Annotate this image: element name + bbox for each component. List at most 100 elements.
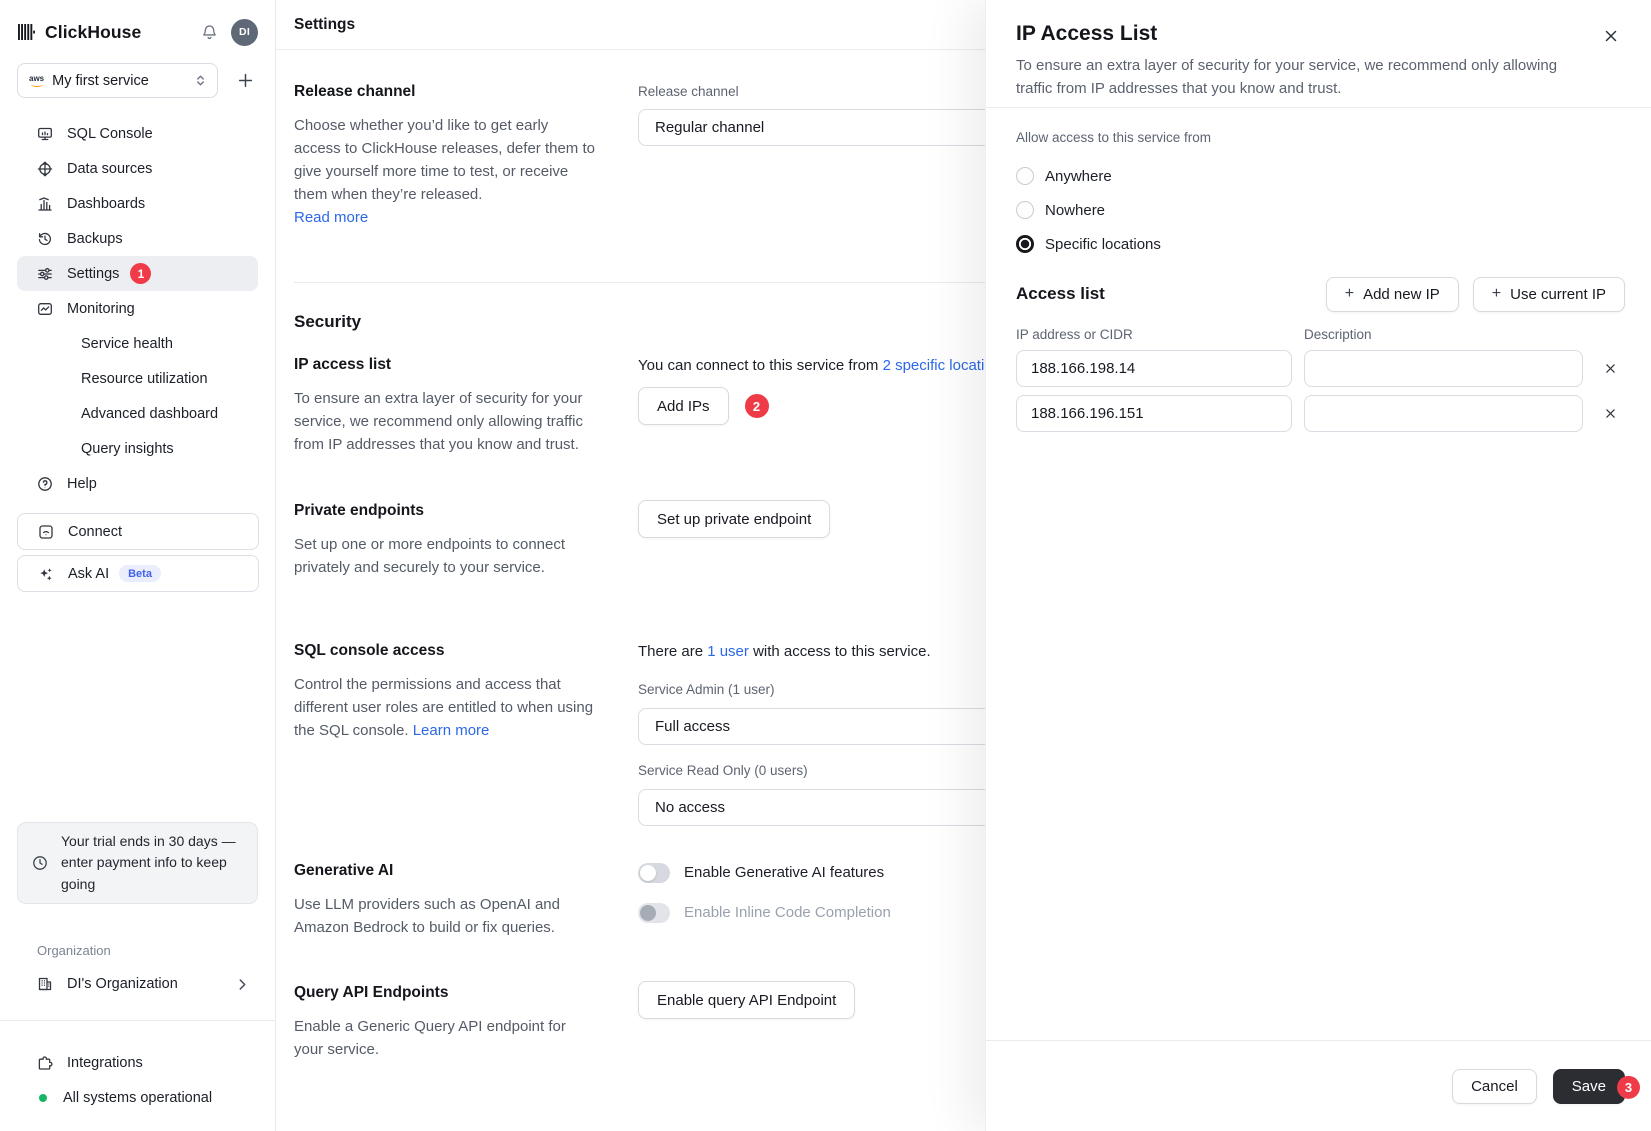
panel-divider bbox=[986, 107, 1651, 108]
radio-specific-locations[interactable]: Specific locations bbox=[1016, 235, 1625, 253]
settings-sliders-icon bbox=[37, 266, 53, 282]
sidebar-header: ClickHouse DI bbox=[0, 0, 275, 50]
sql-console-access-title: SQL console access bbox=[294, 642, 599, 660]
query-api-title: Query API Endpoints bbox=[294, 984, 599, 1002]
release-channel-description: Choose whether you’d like to get early a… bbox=[294, 114, 599, 229]
private-endpoints-description: Set up one or more endpoints to connect … bbox=[294, 533, 599, 579]
add-service-button[interactable] bbox=[233, 68, 258, 93]
private-endpoints-title: Private endpoints bbox=[294, 502, 599, 520]
access-radio-group: Anywhere Nowhere Specific locations bbox=[1016, 167, 1625, 253]
panel-description: To ensure an extra layer of security for… bbox=[1016, 54, 1561, 100]
inline-code-completion-toggle[interactable] bbox=[638, 903, 670, 923]
setup-private-endpoint-button[interactable]: Set up private endpoint bbox=[638, 500, 830, 538]
sidebar-item-backups[interactable]: Backups bbox=[17, 221, 258, 256]
query-api-description: Enable a Generic Query API endpoint for … bbox=[294, 1015, 599, 1061]
help-question-icon bbox=[37, 476, 53, 492]
monitoring-chart-icon bbox=[37, 301, 53, 317]
generative-ai-description: Use LLM providers such as OpenAI and Ama… bbox=[294, 893, 599, 939]
clickhouse-logo-icon bbox=[17, 23, 36, 41]
save-button[interactable]: Save bbox=[1553, 1069, 1625, 1104]
organization-building-icon bbox=[37, 976, 53, 992]
data-sources-icon bbox=[37, 161, 53, 177]
connect-button[interactable]: Connect bbox=[17, 513, 259, 550]
ip-address-input[interactable] bbox=[1016, 395, 1292, 432]
sidebar-item-monitoring[interactable]: Monitoring bbox=[17, 291, 258, 326]
sql-console-monitor-icon bbox=[37, 126, 53, 142]
sidebar-item-service-health[interactable]: Service health bbox=[17, 326, 258, 361]
ip-column-header: IP address or CIDR bbox=[1016, 327, 1304, 342]
one-user-link[interactable]: 1 user bbox=[707, 643, 749, 660]
mark-badge-3: 3 bbox=[1617, 1076, 1640, 1099]
organization-name: DI's Organization bbox=[67, 976, 178, 992]
radio-nowhere[interactable]: Nowhere bbox=[1016, 201, 1625, 219]
radio-anywhere[interactable]: Anywhere bbox=[1016, 167, 1625, 185]
sidebar: ClickHouse DI aws My first service S bbox=[0, 0, 276, 1131]
remove-ip-icon[interactable] bbox=[1595, 354, 1625, 384]
ask-ai-button[interactable]: Ask AI Beta bbox=[17, 555, 259, 592]
clickhouse-console: ClickHouse DI aws My first service S bbox=[0, 0, 1651, 1131]
trial-notice-text: Your trial ends in 30 days — enter payme… bbox=[61, 831, 237, 896]
sidebar-item-settings[interactable]: Settings 1 bbox=[17, 256, 258, 291]
access-list-column-headers: IP address or CIDR Description bbox=[1016, 327, 1625, 342]
inline-code-completion-label: Enable Inline Code Completion bbox=[684, 904, 891, 921]
sidebar-item-query-insights[interactable]: Query insights bbox=[17, 431, 258, 466]
organization-selector[interactable]: DI's Organization bbox=[17, 967, 258, 1001]
user-avatar[interactable]: DI bbox=[231, 19, 258, 46]
aws-logo-icon: aws bbox=[29, 75, 44, 87]
add-new-ip-button[interactable]: +Add new IP bbox=[1326, 277, 1459, 312]
system-status[interactable]: All systems operational bbox=[17, 1080, 258, 1115]
panel-title: IP Access List bbox=[1016, 20, 1625, 47]
sidebar-item-data-sources[interactable]: Data sources bbox=[17, 151, 258, 186]
settings-notification-badge: 1 bbox=[130, 263, 151, 284]
access-list-header: Access list +Add new IP +Use current IP bbox=[1016, 276, 1625, 312]
backups-history-icon bbox=[37, 231, 53, 247]
sidebar-item-advanced-dashboard[interactable]: Advanced dashboard bbox=[17, 396, 258, 431]
add-ips-button[interactable]: Add IPs bbox=[638, 387, 729, 425]
plus-icon: + bbox=[1492, 286, 1501, 302]
read-more-link[interactable]: Read more bbox=[294, 209, 368, 226]
status-text: All systems operational bbox=[63, 1090, 212, 1106]
chevron-right-icon bbox=[237, 979, 248, 990]
service-selector-row: aws My first service bbox=[17, 63, 258, 98]
sidebar-item-integrations[interactable]: Integrations bbox=[17, 1045, 258, 1080]
learn-more-link[interactable]: Learn more bbox=[413, 722, 490, 739]
status-green-dot-icon bbox=[39, 1094, 47, 1102]
service-selector[interactable]: aws My first service bbox=[17, 63, 218, 98]
sparkles-icon bbox=[38, 566, 54, 582]
clock-icon bbox=[32, 855, 48, 871]
sidebar-item-dashboards[interactable]: Dashboards bbox=[17, 186, 258, 221]
access-list-row bbox=[1016, 395, 1625, 432]
generative-ai-toggle-label: Enable Generative AI features bbox=[684, 864, 884, 881]
access-list-title: Access list bbox=[1016, 284, 1105, 304]
ip-description-input[interactable] bbox=[1304, 350, 1583, 387]
brand-name: ClickHouse bbox=[45, 22, 141, 43]
ip-access-list-panel: IP Access List To ensure an extra layer … bbox=[985, 0, 1651, 1131]
close-icon[interactable] bbox=[1601, 26, 1621, 46]
use-current-ip-button[interactable]: +Use current IP bbox=[1473, 277, 1625, 312]
ip-description-input[interactable] bbox=[1304, 395, 1583, 432]
service-name: My first service bbox=[52, 73, 194, 89]
generative-ai-title: Generative AI bbox=[294, 862, 599, 880]
sidebar-item-resource-utilization[interactable]: Resource utilization bbox=[17, 361, 258, 396]
notifications-bell-icon[interactable] bbox=[201, 24, 218, 41]
sidebar-item-help[interactable]: Help bbox=[17, 466, 258, 501]
release-channel-title: Release channel bbox=[294, 83, 599, 101]
remove-ip-icon[interactable] bbox=[1595, 399, 1625, 429]
mark-badge-2: 2 bbox=[745, 394, 769, 418]
ip-access-title: IP access list bbox=[294, 356, 599, 374]
sidebar-item-sql-console[interactable]: SQL Console bbox=[17, 116, 258, 151]
page-title: Settings bbox=[294, 16, 355, 34]
integrations-puzzle-icon bbox=[37, 1055, 53, 1071]
access-list-row bbox=[1016, 350, 1625, 387]
radio-circle-icon bbox=[1016, 167, 1034, 185]
enable-query-api-button[interactable]: Enable query API Endpoint bbox=[638, 981, 855, 1019]
generative-ai-toggle[interactable] bbox=[638, 863, 670, 883]
dashboards-bar-chart-icon bbox=[37, 196, 53, 212]
cancel-button[interactable]: Cancel bbox=[1452, 1069, 1537, 1104]
trial-notice: Your trial ends in 30 days — enter payme… bbox=[17, 822, 258, 904]
ip-access-description: To ensure an extra layer of security for… bbox=[294, 387, 599, 456]
radio-circle-icon bbox=[1016, 201, 1034, 219]
panel-footer: Cancel Save 3 bbox=[986, 1040, 1651, 1131]
description-column-header: Description bbox=[1304, 327, 1372, 342]
ip-address-input[interactable] bbox=[1016, 350, 1292, 387]
